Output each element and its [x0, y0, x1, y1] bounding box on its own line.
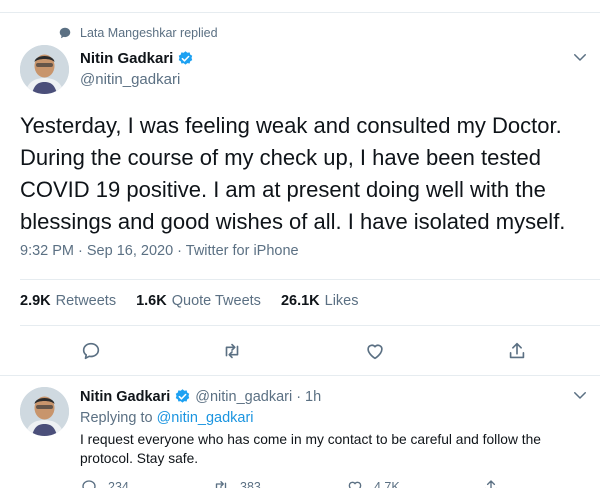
- like-action[interactable]: 4.7K: [346, 478, 400, 488]
- reply-icon: [82, 480, 96, 488]
- retweets-label: Retweets: [55, 293, 117, 309]
- separator-dot: ·: [296, 388, 302, 405]
- reply-author-name[interactable]: Nitin Gadkari: [80, 389, 170, 405]
- author-handle[interactable]: @nitin_gadkari: [80, 71, 194, 88]
- tweet-divider: [0, 375, 600, 376]
- likes-count: 26.1K: [280, 293, 320, 309]
- replying-to-prefix: Replying to: [80, 410, 157, 426]
- tweet-thread: Lata Mangeshkar replied Nitin Gadkari @n…: [0, 0, 600, 488]
- social-context-text: Lata Mangeshkar replied: [80, 26, 218, 40]
- tweet-timestamp[interactable]: 9:32 PM · Sep 16, 2020 · Twitter for iPh…: [20, 243, 299, 259]
- retweet-icon[interactable]: [221, 340, 243, 362]
- retweet-icon: [215, 481, 227, 488]
- share-icon: [485, 480, 497, 488]
- retweets-count: 2.9K: [20, 293, 51, 309]
- reply-icon[interactable]: [80, 340, 102, 362]
- reply-actions: 234 383 4.7K: [80, 478, 600, 488]
- likes-stat[interactable]: 26.1K Likes: [281, 293, 359, 309]
- quote-tweets-stat[interactable]: 1.6K Quote Tweets: [136, 293, 261, 309]
- previous-tweet-divider: [0, 0, 600, 13]
- author-block[interactable]: Nitin Gadkari @nitin_gadkari: [80, 50, 194, 88]
- avatar-image: [20, 45, 69, 94]
- author-name[interactable]: Nitin Gadkari: [80, 50, 194, 67]
- quote-tweets-label: Quote Tweets: [171, 293, 261, 309]
- chevron-down-icon[interactable]: [571, 48, 589, 66]
- like-icon: [348, 481, 362, 488]
- tweet-actions: [0, 340, 600, 364]
- reply-timestamp[interactable]: 1h: [305, 389, 321, 405]
- reply-avatar[interactable]: [20, 387, 69, 436]
- tweet-text: Yesterday, I was feeling weak and consul…: [20, 113, 566, 234]
- replying-to: Replying to @nitin_gadkari: [80, 410, 254, 426]
- like-count: 4.7K: [374, 480, 400, 488]
- author-name-text: Nitin Gadkari: [80, 50, 174, 67]
- verified-badge-icon: [179, 51, 193, 65]
- reply-action[interactable]: 234: [80, 478, 129, 488]
- avatar-image: [20, 387, 69, 436]
- retweet-count: 383: [240, 480, 261, 488]
- reply-count: 234: [108, 480, 129, 488]
- like-icon[interactable]: [364, 340, 386, 362]
- divider: [20, 279, 600, 280]
- likes-label: Likes: [324, 293, 359, 309]
- chevron-down-icon[interactable]: [571, 386, 589, 404]
- share-icon[interactable]: [506, 340, 528, 362]
- reply-author-line[interactable]: Nitin Gadkari @nitin_gadkari · 1h: [80, 388, 321, 405]
- share-action[interactable]: [482, 478, 500, 488]
- reply-author-handle[interactable]: @nitin_gadkari: [195, 389, 292, 405]
- social-context[interactable]: Lata Mangeshkar replied: [58, 26, 218, 40]
- reply-text: I request everyone who has come in my co…: [80, 432, 541, 466]
- quote-tweets-count: 1.6K: [136, 293, 167, 309]
- divider: [20, 325, 600, 326]
- replying-to-mention[interactable]: @nitin_gadkari: [157, 410, 254, 426]
- avatar[interactable]: [20, 45, 69, 94]
- verified-badge-icon: [176, 389, 190, 403]
- reply-bubble-icon: [59, 27, 71, 39]
- retweet-action[interactable]: 383: [212, 478, 261, 488]
- retweets-stat[interactable]: 2.9K Retweets: [20, 293, 116, 309]
- engagement-stats: 2.9K Retweets 1.6K Quote Tweets 26.1K Li…: [20, 293, 379, 309]
